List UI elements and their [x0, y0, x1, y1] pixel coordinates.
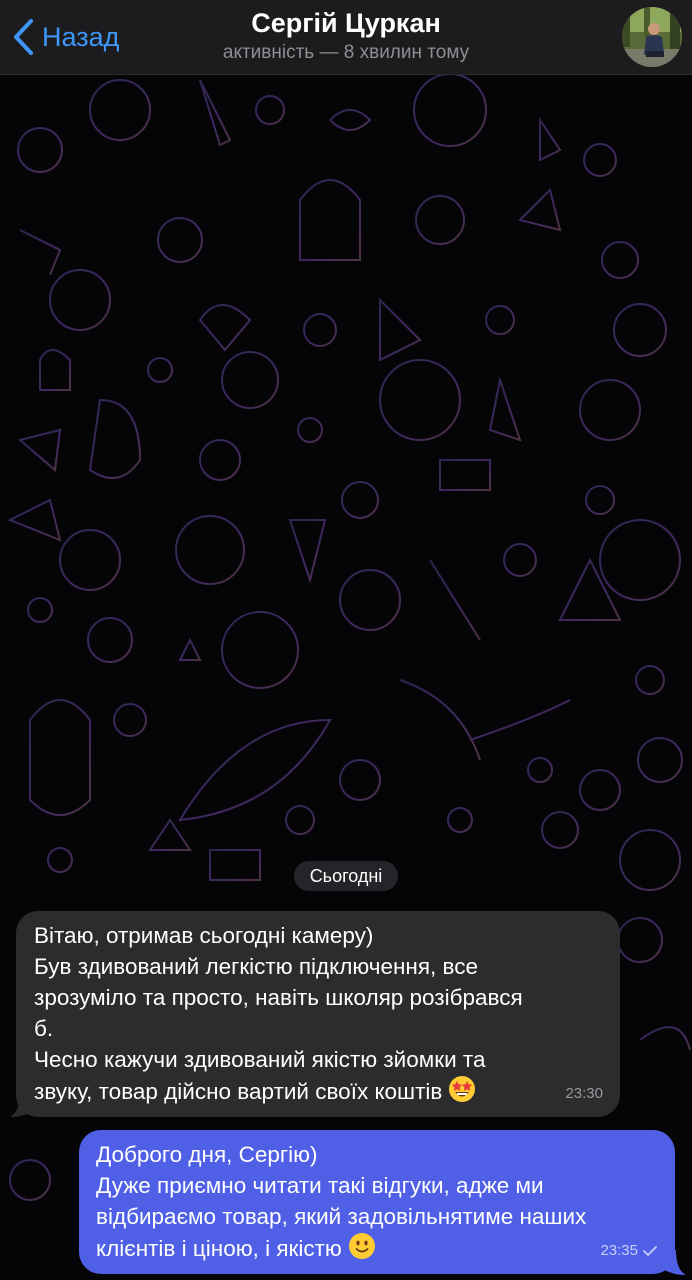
- avatar-photo: [622, 7, 682, 67]
- message-time: 23:30: [565, 1085, 603, 1102]
- star-struck-emoji-icon: [449, 1076, 476, 1102]
- outgoing-message[interactable]: Доброго дня, Сергію) Дуже приємно читати…: [79, 1130, 675, 1274]
- message-line: б.: [34, 1016, 54, 1041]
- incoming-message[interactable]: Вітаю, отримав сьогодні камеру) Був здив…: [16, 911, 620, 1117]
- message-line: зрозуміло та просто, навіть школяр розіб…: [34, 985, 523, 1010]
- slightly-smiling-emoji-icon: [348, 1233, 375, 1259]
- chevron-left-icon: [14, 19, 33, 55]
- check-icon: [643, 1245, 657, 1256]
- chat-header: Назад Сергій Цуркан активність — 8 хвили…: [0, 0, 692, 75]
- message-line: відбираємо товар, який задовільнятиме на…: [96, 1204, 587, 1229]
- message-line: Дуже приємно читати такі відгуки, адже м…: [96, 1173, 544, 1198]
- back-label: Назад: [42, 21, 120, 52]
- message-line-text: клієнтів і ціною, і якістю: [96, 1236, 342, 1261]
- avatar[interactable]: [622, 7, 682, 67]
- message-line: Був здивований легкістю підключення, все: [34, 954, 479, 979]
- message-time: 23:35: [600, 1242, 638, 1259]
- message-line: Чесно кажучи здивований якістю зйомки та: [34, 1047, 486, 1072]
- date-separator: Сьогодні: [294, 861, 398, 891]
- message-line-last: звуку, товар дійсно вартий своїх коштів: [34, 1075, 602, 1107]
- message-line: Вітаю, отримав сьогодні камеру): [34, 923, 374, 948]
- last-seen-status: активність — 8 хвилин тому: [222, 42, 470, 63]
- message-line-last: клієнтів і ціною, і якістю: [96, 1232, 659, 1264]
- back-button[interactable]: Назад: [12, 16, 119, 58]
- message-meta: 23:35: [600, 1235, 658, 1266]
- message-line: Доброго дня, Сергію): [96, 1142, 318, 1167]
- message-line-text: звуку, товар дійсно вартий своїх коштів: [34, 1079, 443, 1104]
- contact-name[interactable]: Сергій Цуркан: [150, 8, 542, 39]
